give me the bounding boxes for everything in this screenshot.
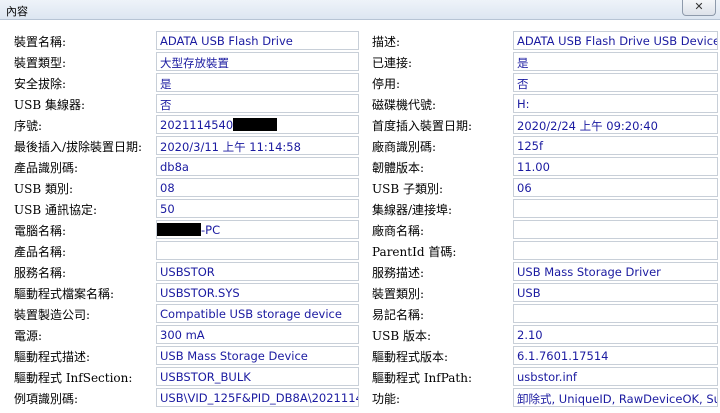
property-label: 電源:	[14, 329, 43, 343]
window-title: 內容	[6, 5, 28, 18]
property-value[interactable]: 否	[513, 73, 718, 92]
property-label: 序號:	[14, 119, 43, 133]
property-label: 韌體版本:	[372, 161, 425, 175]
property-label: 驅動程式版本:	[372, 350, 449, 364]
property-label: 裝置類別:	[372, 287, 425, 301]
redaction-box	[233, 118, 278, 131]
property-label: 描述:	[372, 35, 401, 49]
property-value[interactable]	[156, 241, 359, 260]
property-row: USB 通訊協定: 50 集線器/連接埠:	[0, 198, 720, 219]
property-row: 裝置名稱: ADATA USB Flash Drive 描述: ADATA US…	[0, 30, 720, 51]
property-row: 驅動程式檔案名稱: USBSTOR.SYS 裝置類別: USB	[0, 282, 720, 303]
property-label: 磁碟機代號:	[372, 98, 437, 112]
property-row: 產品識別碼: db8a 韌體版本: 11.00	[0, 156, 720, 177]
property-value[interactable]: USB Mass Storage Driver	[513, 262, 718, 281]
title-bar: 內容 ✕	[0, 0, 720, 20]
property-value[interactable]: 否	[156, 94, 359, 113]
property-label: 已連接:	[372, 56, 413, 70]
property-label: 產品名稱:	[14, 245, 67, 259]
property-value[interactable]: USB\VID_125F&PID_DB8A\20211145	[156, 388, 359, 407]
property-value[interactable]: 6.1.7601.17514	[513, 346, 718, 365]
property-label: 服務名稱:	[14, 266, 67, 280]
property-label: USB 子類別:	[372, 182, 444, 196]
property-label: 安全拔除:	[14, 77, 67, 91]
property-row: 序號: 2021114540 首度插入裝置日期: 2020/2/24 上午 09…	[0, 114, 720, 135]
property-value[interactable]: USBSTOR_BULK	[156, 367, 359, 386]
property-value[interactable]	[513, 304, 718, 323]
properties-panel: 裝置名稱: ADATA USB Flash Drive 描述: ADATA US…	[0, 20, 720, 413]
property-value[interactable]: 是	[513, 52, 718, 71]
property-label: USB 版本:	[372, 329, 432, 343]
serial-number-value[interactable]: 2021114540	[156, 115, 359, 134]
property-row: 最後插入/拔除裝置日期: 2020/3/11 上午 11:14:58 廠商識別碼…	[0, 135, 720, 156]
property-label: 首度插入裝置日期:	[372, 119, 473, 133]
redaction-box	[157, 223, 201, 236]
property-label: 最後插入/拔除裝置日期:	[14, 140, 143, 154]
property-label: 廠商名稱:	[372, 224, 425, 238]
property-row: 產品名稱: ParentId 首碼:	[0, 240, 720, 261]
property-value[interactable]: 125f	[513, 136, 718, 155]
property-label: 功能:	[372, 392, 401, 406]
property-row: USB 類別: 08 USB 子類別: 06	[0, 177, 720, 198]
property-value[interactable]: H:	[513, 94, 718, 113]
property-value[interactable]: USBSTOR.SYS	[156, 283, 359, 302]
property-label: 驅動程式檔案名稱:	[14, 287, 115, 301]
property-label: ParentId 首碼:	[372, 245, 457, 259]
property-value[interactable]: 2020/3/11 上午 11:14:58	[156, 136, 359, 155]
property-label: 裝置名稱:	[14, 35, 67, 49]
property-label: 電腦名稱:	[14, 224, 67, 238]
property-value[interactable]: 08	[156, 178, 359, 197]
property-value[interactable]: ADATA USB Flash Drive USB Device	[513, 31, 718, 50]
property-value[interactable]: usbstor.inf	[513, 367, 718, 386]
property-label: 服務描述:	[372, 266, 425, 280]
property-value[interactable]: USBSTOR	[156, 262, 359, 281]
property-value[interactable]: 是	[156, 73, 359, 92]
property-value[interactable]: 300 mA	[156, 325, 359, 344]
property-value[interactable]	[513, 220, 718, 239]
close-icon: ✕	[694, 0, 704, 13]
property-label: 驅動程式 InfPath:	[372, 371, 473, 385]
property-label: 驅動程式 InfSection:	[14, 371, 133, 385]
property-label: 例項識別碼:	[14, 392, 79, 406]
property-label: 易記名稱:	[372, 308, 425, 322]
property-label: 裝置類型:	[14, 56, 67, 70]
property-value[interactable]: 50	[156, 199, 359, 218]
property-row: 裝置類型: 大型存放裝置 已連接: 是	[0, 51, 720, 72]
property-value[interactable]: USB Mass Storage Device	[156, 346, 359, 365]
property-value[interactable]: 大型存放裝置	[156, 52, 359, 71]
computer-name-value[interactable]: -PC	[156, 220, 359, 239]
property-value[interactable]: USB	[513, 283, 718, 302]
close-button[interactable]: ✕	[682, 0, 716, 16]
property-value[interactable]	[513, 241, 718, 260]
property-row: 安全拔除: 是 停用: 否	[0, 72, 720, 93]
property-value-text: -PC	[201, 223, 221, 237]
property-value[interactable]: db8a	[156, 157, 359, 176]
property-row: 例項識別碼: USB\VID_125F&PID_DB8A\20211145 功能…	[0, 387, 720, 408]
property-value[interactable]: Compatible USB storage device	[156, 304, 359, 323]
property-row: 服務名稱: USBSTOR 服務描述: USB Mass Storage Dri…	[0, 261, 720, 282]
property-value[interactable]: 卸除式, UniqueID, RawDeviceOK, Su	[513, 388, 718, 407]
property-label: USB 通訊協定:	[14, 203, 98, 217]
property-value[interactable]	[513, 199, 718, 218]
property-row: USB 集線器: 否 磁碟機代號: H:	[0, 93, 720, 114]
property-row: 驅動程式描述: USB Mass Storage Device 驅動程式版本: …	[0, 345, 720, 366]
property-value[interactable]: ADATA USB Flash Drive	[156, 31, 359, 50]
property-label: 驅動程式描述:	[14, 350, 91, 364]
property-value-text: 2021114540	[160, 118, 234, 132]
property-value[interactable]: 2020/2/24 上午 09:20:40	[513, 115, 718, 134]
property-value[interactable]: 06	[513, 178, 718, 197]
property-row: 電源: 300 mA USB 版本: 2.10	[0, 324, 720, 345]
property-label: USB 集線器:	[14, 98, 86, 112]
property-label: USB 類別:	[14, 182, 74, 196]
property-row: 驅動程式 InfSection: USBSTOR_BULK 驅動程式 InfPa…	[0, 366, 720, 387]
property-label: 廠商識別碼:	[372, 140, 437, 154]
property-label: 集線器/連接埠:	[372, 203, 453, 217]
property-value[interactable]: 2.10	[513, 325, 718, 344]
property-label: 停用:	[372, 77, 401, 91]
property-label: 裝置製造公司:	[14, 308, 91, 322]
property-label: 產品識別碼:	[14, 161, 79, 175]
property-value[interactable]: 11.00	[513, 157, 718, 176]
property-row: 裝置製造公司: Compatible USB storage device 易記…	[0, 303, 720, 324]
property-row: 電腦名稱: -PC 廠商名稱:	[0, 219, 720, 240]
